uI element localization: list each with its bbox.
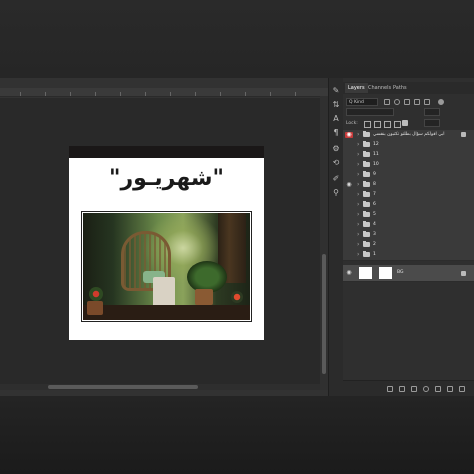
lock-all-icon[interactable]	[402, 120, 408, 126]
layer-name: 4	[373, 222, 376, 227]
folder-icon	[363, 211, 370, 217]
brush-settings-icon[interactable]: ✎	[331, 86, 341, 96]
background-layer-row[interactable]: ◉ BG	[343, 265, 474, 282]
layer-name: 3	[373, 232, 376, 237]
layer-name: 12	[373, 142, 379, 147]
canvas-headline: "شهريـور"	[108, 166, 224, 191]
smart-object-filter-icon[interactable]	[424, 99, 430, 105]
layer-list: ◉ › ابي اقولكم سؤال بطلتو تكتبون بنفسي ›…	[343, 130, 474, 380]
layer-name: 7	[373, 192, 376, 197]
chevron-right-icon[interactable]: ›	[357, 181, 359, 189]
paragraph-icon[interactable]: ¶	[331, 128, 341, 138]
chevron-right-icon[interactable]: ›	[357, 151, 359, 159]
layers-panel-footer	[343, 380, 474, 397]
lock-position-icon[interactable]	[384, 121, 391, 128]
lock-pixels-icon[interactable]	[364, 121, 371, 128]
layer-name: 1	[373, 252, 376, 257]
fill-field[interactable]	[424, 119, 440, 127]
layer-name: 8	[373, 182, 376, 187]
layer-name: 9	[373, 172, 376, 177]
chevron-right-icon[interactable]: ›	[357, 131, 359, 139]
chevron-right-icon[interactable]: ›	[357, 171, 359, 179]
desktop-bottom-band	[0, 396, 474, 474]
chevron-right-icon[interactable]: ›	[357, 231, 359, 239]
character-icon[interactable]: A	[331, 114, 341, 124]
link-layers-icon[interactable]	[387, 386, 393, 392]
chevron-right-icon[interactable]: ›	[357, 201, 359, 209]
folder-icon	[363, 231, 370, 237]
adjustment-layer-icon[interactable]	[423, 386, 429, 392]
filter-kind-select[interactable]: Q Kind	[346, 98, 378, 106]
visibility-eye-icon[interactable]: ◉	[345, 132, 353, 138]
folder-icon	[363, 181, 370, 187]
adjust-icon[interactable]: ⇅	[331, 100, 341, 110]
visibility-eye-icon[interactable]: ◉	[345, 270, 353, 276]
lock-artboard-icon[interactable]	[394, 121, 401, 128]
opacity-field[interactable]	[424, 108, 440, 116]
lock-icon	[461, 271, 466, 276]
desktop-top-band	[0, 0, 474, 78]
folder-icon	[363, 161, 370, 167]
folder-icon	[363, 201, 370, 207]
type-filter-icon[interactable]	[404, 99, 410, 105]
horizontal-scroll-thumb[interactable]	[48, 385, 198, 389]
chevron-right-icon[interactable]: ›	[357, 241, 359, 249]
clone-source-icon[interactable]: ⚲	[331, 188, 341, 198]
lock-icon	[461, 132, 466, 137]
layer-name: 6	[373, 202, 376, 207]
folder-icon	[363, 171, 370, 177]
visibility-eye-icon[interactable]: ◉	[345, 182, 353, 188]
new-layer-icon[interactable]	[447, 386, 453, 392]
pixel-filter-icon[interactable]	[384, 99, 390, 105]
shape-filter-icon[interactable]	[414, 99, 420, 105]
layer-name: 2	[373, 242, 376, 247]
document-canvas[interactable]: "شهريـور"	[69, 146, 264, 340]
layer-name: 5	[373, 212, 376, 217]
layer-mask-thumbnail	[379, 267, 392, 279]
tab-paths[interactable]: Paths	[390, 83, 410, 93]
layer-name: ابي اقولكم سؤال بطلتو تكتبون بنفسي	[373, 132, 445, 137]
layer-name: 10	[373, 162, 379, 167]
history-icon[interactable]: ⟲	[331, 158, 341, 168]
chevron-right-icon[interactable]: ›	[357, 221, 359, 229]
chevron-right-icon[interactable]: ›	[357, 161, 359, 169]
folder-icon	[363, 151, 370, 157]
canvas-top-band	[69, 146, 264, 158]
vertical-scroll-thumb[interactable]	[322, 254, 326, 374]
chevron-right-icon[interactable]: ›	[357, 191, 359, 199]
panel-toolstrip: ✎ ⇅ A ¶ ⚙ ⟲ ✐ ⚲	[328, 78, 343, 396]
folder-icon	[363, 251, 370, 257]
layer-thumbnail	[359, 267, 372, 279]
chevron-right-icon[interactable]: ›	[357, 211, 359, 219]
layer-name: BG	[397, 270, 404, 275]
folder-icon	[363, 191, 370, 197]
horizontal-ruler	[0, 88, 328, 97]
chevron-right-icon[interactable]: ›	[357, 251, 359, 259]
brush-icon[interactable]: ✐	[331, 174, 341, 184]
filter-row: Q Kind	[346, 98, 471, 107]
blend-mode-select[interactable]	[346, 108, 394, 116]
lock-label: Lock:	[346, 121, 358, 126]
new-group-icon[interactable]	[435, 386, 441, 392]
lock-row: Lock:	[346, 119, 471, 128]
filter-toggle-icon[interactable]	[438, 99, 444, 105]
layer-row[interactable]: › 1	[343, 250, 474, 261]
layers-panel: Layers Channels Paths Q Kind Lock: ◉ › ا…	[343, 78, 474, 397]
folder-icon	[363, 131, 370, 137]
blend-row	[346, 108, 471, 117]
panel-tabs: Layers Channels Paths	[343, 82, 474, 94]
chevron-right-icon[interactable]: ›	[357, 141, 359, 149]
add-mask-icon[interactable]	[411, 386, 417, 392]
folder-icon	[363, 141, 370, 147]
fx-icon[interactable]	[399, 386, 405, 392]
folder-icon	[363, 241, 370, 247]
adjustment-filter-icon[interactable]	[394, 99, 400, 105]
lock-image-icon[interactable]	[374, 121, 381, 128]
delete-layer-icon[interactable]	[459, 386, 465, 392]
folder-icon	[363, 221, 370, 227]
layer-name: 11	[373, 152, 379, 157]
properties-icon[interactable]: ⚙	[331, 144, 341, 154]
swing-chair-photo	[83, 213, 250, 320]
